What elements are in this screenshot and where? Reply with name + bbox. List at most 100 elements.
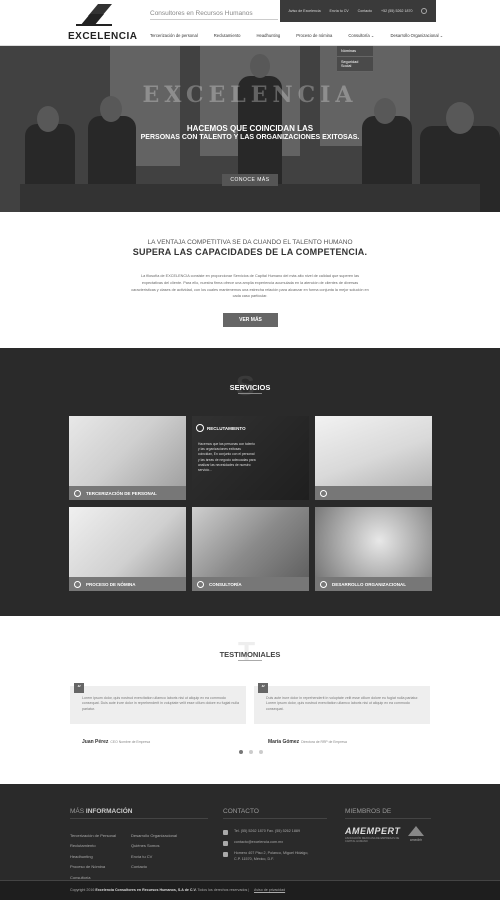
- nav-item-tercerizacion[interactable]: Tercerización de personal: [150, 33, 198, 38]
- nav-item-headhunting[interactable]: Headhunting: [257, 33, 281, 38]
- contact-address: Homero 407 Piso 2, Polanco, Miguel Hidal…: [234, 851, 309, 861]
- hero-banner: EXCELENCIA HACEMOS QUE COINCIDAN LAS PER…: [0, 46, 500, 212]
- footer-links-col1: Tercerización de Personal Reclutamiento …: [70, 831, 116, 883]
- carousel-dots: [239, 750, 263, 754]
- footer-link[interactable]: Proceso de Nómina: [70, 862, 116, 872]
- nav-item-reclutamiento[interactable]: Reclutamiento: [214, 33, 241, 38]
- footer-info-bold: INFORMACIÓN: [85, 808, 133, 815]
- service-label-bar: DESARROLLO ORGANIZACIONAL: [315, 577, 432, 591]
- service-tile-tercerizacion[interactable]: TERCERIZACIÓN DE PERSONAL: [69, 416, 186, 500]
- footer-divider: [223, 818, 327, 819]
- footer-contact-heading: CONTACTO: [223, 808, 259, 815]
- footer-info-heading: MÁS INFORMACIÓN: [70, 808, 133, 815]
- nav-item-nomina[interactable]: Proceso de nómina: [296, 33, 332, 38]
- footer-divider: [70, 818, 208, 819]
- carousel-dot[interactable]: [239, 750, 243, 754]
- service-label-bar: [315, 486, 432, 500]
- conoce-mas-button[interactable]: CONOCE MÁS: [222, 174, 278, 186]
- location-pin-icon: [223, 852, 228, 857]
- site-header: EXCELENCIA Consultores en Recursos Human…: [0, 0, 500, 46]
- amempert-logo[interactable]: AMEMPERT ASOCIACIÓN MEXICANA DE EMPRESAS…: [345, 826, 403, 844]
- hero-headline-2: PERSONAS CON TALENTO Y LAS ORGANIZACIONE…: [140, 134, 360, 141]
- author-role: Directora de RRP de Empresa: [301, 740, 347, 744]
- amedirh-logo[interactable]: amedirh: [404, 826, 428, 842]
- logo-text: EXCELENCIA: [68, 31, 138, 42]
- footer-info-light: MÁS: [70, 808, 85, 815]
- carousel-dot[interactable]: [259, 750, 263, 754]
- tagline: Consultores en Recursos Humanos: [150, 10, 278, 20]
- amempert-subtitle: ASOCIACIÓN MEXICANA DE EMPRESAS DE CAPIT…: [345, 837, 400, 844]
- nav-item-desarrollo[interactable]: Desarrollo Organizacional ⌄: [390, 33, 443, 38]
- service-tile-reclutamiento[interactable]: RECLUTAMIENTO Hacemos que las personas c…: [192, 416, 309, 500]
- contact-phone-row: Tel. (55) 5262 1870 Fax. (55) 5262 1889: [223, 829, 312, 835]
- nav-item-consultoria[interactable]: Consultoría ⌄: [348, 33, 374, 38]
- envelope-icon: [223, 841, 228, 846]
- title-underline: [238, 660, 262, 661]
- intro-section: LA VENTAJA COMPETITIVA SE DA CUANDO EL T…: [0, 212, 500, 348]
- amedirh-mark-icon: [408, 826, 424, 836]
- footer-link[interactable]: Tercerización de Personal: [70, 831, 116, 841]
- intro-heading: SUPERA LAS CAPACIDADES DE LA COMPETENCIA…: [132, 247, 368, 257]
- testimonial-card: “ Lorem ipsum dolor, quis nostrud exerci…: [70, 683, 246, 724]
- footer-members-heading: MIEMBROS DE: [345, 808, 392, 815]
- intro-paragraph: La filosofía de EXCELENCIA consiste en p…: [131, 274, 369, 299]
- quote-icon: “: [258, 683, 268, 693]
- amedirh-name: amedirh: [409, 838, 423, 842]
- globe-icon[interactable]: [421, 8, 428, 14]
- handshake-icon: [74, 489, 81, 497]
- service-description: Hacemos que las personas con talento y l…: [198, 442, 256, 473]
- footer-link[interactable]: Contacto: [131, 862, 177, 872]
- service-label: TERCERIZACIÓN DE PERSONAL: [86, 490, 157, 496]
- footer-link[interactable]: Envía tu CV: [131, 852, 177, 862]
- footer-link[interactable]: Reclutamiento: [70, 841, 116, 851]
- ver-mas-button[interactable]: VER MÁS: [223, 313, 278, 327]
- dropdown-item-seguridad[interactable]: Seguridad Social: [337, 57, 373, 72]
- testimonial-quote: Lorem ipsum dolor, quis nostrud exercita…: [82, 696, 240, 711]
- service-tile-headhunting[interactable]: [315, 416, 432, 500]
- testimonial-author: Juan Pérez CEO Nombre de Empresa: [82, 730, 150, 748]
- privacy-link[interactable]: Aviso de privacidad: [254, 888, 285, 892]
- testimonial-quote: Duis aute irure dolor in reprehenderit i…: [266, 696, 419, 711]
- logo[interactable]: EXCELENCIA: [68, 4, 137, 42]
- author-name: María Gómez: [268, 739, 300, 745]
- copyright-text: Copyright 2016 Excelencia Consultores en…: [70, 888, 247, 892]
- footer-link[interactable]: Headhunting: [70, 852, 116, 862]
- copyright-company: Excelencia Consultores en Recursos Human…: [95, 888, 197, 892]
- topbar-link-contacto[interactable]: Contacto: [358, 9, 372, 13]
- contact-address-row: Homero 407 Piso 2, Polanco, Miguel Hidal…: [223, 851, 312, 862]
- contact-email[interactable]: contacto@excelencia.com.mx: [234, 840, 283, 846]
- separator: |: [248, 887, 250, 892]
- phone-icon: [223, 830, 228, 835]
- dropdown-item-nominas[interactable]: Nóminas: [337, 46, 373, 57]
- service-label: PROCESO DE NÓMINA: [86, 581, 136, 587]
- service-tile-desarrollo[interactable]: DESARROLLO ORGANIZACIONAL: [315, 507, 432, 591]
- testimonials-section: T TESTIMONIALES “ Lorem ipsum dolor, qui…: [0, 616, 500, 784]
- search-icon: [196, 424, 204, 432]
- testimonial-author: María Gómez Directora de RRP de Empresa: [268, 730, 347, 748]
- footer-links-col2: Desarrollo Organizacional Quiénes Somos …: [131, 831, 177, 873]
- service-tile-nomina[interactable]: PROCESO DE NÓMINA: [69, 507, 186, 591]
- footer-contact: Tel. (55) 5262 1870 Fax. (55) 5262 1889 …: [223, 829, 312, 867]
- service-label: DESARROLLO ORGANIZACIONAL: [332, 581, 406, 587]
- hero-headline-1: HACEMOS QUE COINCIDAN LAS: [186, 124, 314, 133]
- services-section: S SERVICIOS TERCERIZACIÓN DE PERSONAL RE…: [0, 348, 500, 616]
- site-footer: MÁS INFORMACIÓN CONTACTO MIEMBROS DE Ter…: [0, 784, 500, 900]
- quote-icon: “: [74, 683, 84, 693]
- copyright-year: Copyright 2016: [70, 888, 95, 892]
- footer-link[interactable]: Quiénes Somos: [131, 841, 177, 851]
- top-bar: Aviso de Excelencia Envía tu CV Contacto…: [280, 0, 436, 22]
- service-label: RECLUTAMIENTO: [207, 426, 246, 431]
- carousel-dot[interactable]: [249, 750, 253, 754]
- footer-link[interactable]: Desarrollo Organizacional: [131, 831, 177, 841]
- copyright-bar: Copyright 2016 Excelencia Consultores en…: [0, 880, 500, 900]
- consultoria-dropdown: Nóminas Seguridad Social: [337, 46, 373, 72]
- testimonial-card: “ Duis aute irure dolor in reprehenderit…: [254, 683, 430, 724]
- copyright-rights: Todos los derechos reservados: [197, 888, 248, 892]
- topbar-phone: +52 (55) 5262 1870: [381, 9, 413, 13]
- topbar-link-cv[interactable]: Envía tu CV: [330, 9, 349, 13]
- author-name: Juan Pérez: [82, 739, 109, 745]
- gear-icon: [197, 580, 204, 588]
- amempert-name: AMEMPERT: [345, 826, 401, 836]
- service-tile-consultoria[interactable]: CONSULTORÍA: [192, 507, 309, 591]
- topbar-link-aviso[interactable]: Aviso de Excelencia: [288, 9, 320, 13]
